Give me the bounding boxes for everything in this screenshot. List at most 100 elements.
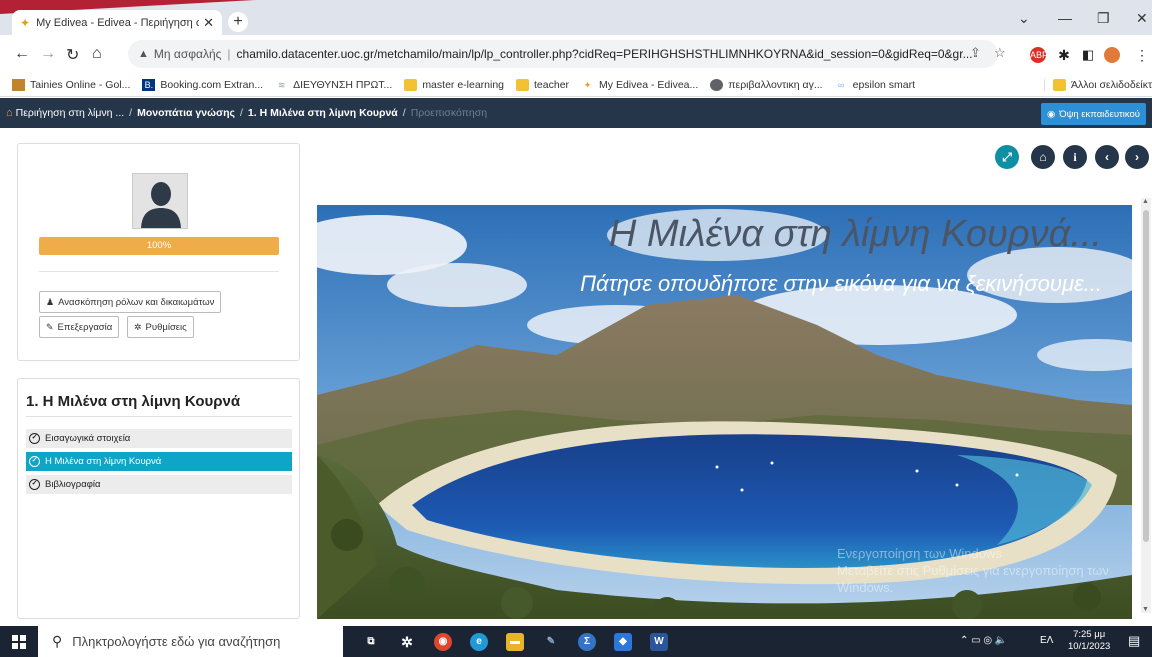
browser-tab-active[interactable]: ✦ My Edivea - Edivea - Περιήγηση σ ✕: [12, 10, 222, 35]
scrollbar-thumb[interactable]: [1143, 210, 1149, 542]
scroll-down-icon[interactable]: ▼: [1142, 606, 1149, 613]
url-field[interactable]: ▲ Μη ασφαλής | chamilo.datacenter.uoc.gr…: [128, 40, 998, 68]
breadcrumb-course[interactable]: Περιήγηση στη λίμνη ...: [16, 107, 125, 119]
bookmark-star-icon[interactable]: ☆: [994, 45, 1006, 61]
edge-icon[interactable]: e: [470, 633, 488, 651]
breadcrumb-lesson[interactable]: 1. Η Μιλένα στη λίμνη Κουρνά: [248, 107, 398, 119]
scroll-up-icon[interactable]: ▲: [1142, 198, 1149, 205]
toc-title: 1. Η Μιλένα στη λίμνη Κουρνά: [26, 393, 241, 410]
extensions-puzzle-icon[interactable]: ✱: [1056, 47, 1072, 63]
taskbar-search-input[interactable]: ⚲ Πληκτρολογήστε εδώ για αναζήτηση: [38, 626, 343, 657]
home-icon[interactable]: ⌂: [92, 45, 102, 63]
toc-item-intro[interactable]: ✓ Εισαγωγικά στοιχεία: [26, 429, 292, 449]
film-icon: [12, 78, 25, 91]
file-explorer-icon[interactable]: ▬: [506, 633, 524, 651]
bookmark-label: My Edivea - Edivea...: [599, 78, 699, 91]
next-icon[interactable]: ›: [1125, 145, 1149, 169]
settings-button[interactable]: ✲ Ρυθμίσεις: [127, 316, 194, 338]
folder-icon: [404, 78, 418, 91]
booking-icon: B.: [142, 78, 156, 91]
folder-icon: [516, 78, 530, 91]
folder-icon: [1053, 78, 1066, 91]
new-tab-button[interactable]: +: [228, 12, 248, 32]
bookmark-tainies-online[interactable]: Tainies Online - Gol...: [12, 78, 130, 91]
check-circle-icon: ✓: [29, 456, 40, 467]
bookmark-my-edivea[interactable]: ✦ My Edivea - Edivea...: [581, 78, 699, 91]
task-view-icon[interactable]: ⧉: [362, 633, 380, 651]
windows-activation-watermark: Ενεργοποίηση των Windows Μεταβείτε στις …: [837, 545, 1109, 596]
chrome-icon[interactable]: ◉: [434, 633, 452, 651]
watermark-line: Windows.: [837, 580, 894, 595]
word-icon[interactable]: W: [650, 633, 668, 651]
settings-label: Ρυθμίσεις: [145, 321, 187, 333]
info-icon[interactable]: i: [1063, 145, 1087, 169]
bookmark-booking[interactable]: B. Booking.com Extran...: [142, 78, 264, 91]
bookmark-master-elearning[interactable]: master e-learning: [404, 78, 504, 91]
site-icon: ≋: [277, 79, 286, 90]
home-icon[interactable]: ⌂: [6, 107, 13, 119]
fullscreen-icon[interactable]: ⤢: [995, 145, 1019, 169]
window-close-icon[interactable]: ✕: [1136, 10, 1148, 27]
bookmark-label: περιβαλλοντικη αγ...: [728, 78, 823, 91]
previous-icon[interactable]: ‹: [1095, 145, 1119, 169]
address-bar: ← → ↻ ⌂ ▲ Μη ασφαλής | chamilo.datacente…: [0, 35, 1152, 73]
settings-gear-icon[interactable]: ✲: [398, 633, 416, 651]
pencil-icon: ✎: [46, 321, 54, 332]
gear-icon: ✲: [134, 321, 142, 332]
other-bookmarks[interactable]: Άλλοι σελιδοδείκτε: [1044, 78, 1152, 91]
tray-icons[interactable]: ⌃ ▭ ◎ 🔈: [960, 635, 1007, 646]
profile-avatar-icon[interactable]: [1104, 47, 1120, 63]
notifications-icon[interactable]: ▤: [1128, 633, 1140, 649]
sigma-icon[interactable]: Σ: [578, 633, 596, 651]
windows-taskbar: ⚲ Πληκτρολογήστε εδώ για αναζήτηση ⧉ ✲ ◉…: [0, 626, 1152, 657]
stage-subheadline: Πάτησε οπουδήποτε στην εικόνα για να ξεκ…: [580, 271, 1102, 296]
side-panel-icon[interactable]: ◧: [1080, 47, 1096, 63]
toc-item-milena[interactable]: ✓ Η Μιλένα στη λίμνη Κουρνά: [26, 452, 292, 472]
security-label: Μη ασφαλής: [153, 47, 222, 61]
tab-title: My Edivea - Edivea - Περιήγηση σ: [36, 16, 200, 29]
tab-search-chevron-icon[interactable]: ⌄: [1018, 10, 1030, 27]
dropbox-icon[interactable]: ◆: [614, 633, 632, 651]
home-icon[interactable]: ⌂: [1031, 145, 1055, 169]
bookmark-dieythynsi[interactable]: ≋ ΔΙΕΥΘΥΝΣΗ ΠΡΩΤ...: [275, 79, 392, 91]
adblock-extension-icon[interactable]: ABP: [1030, 47, 1048, 63]
edit-label: Επεξεργασία: [57, 321, 113, 333]
lake-image-stage[interactable]: Η Μιλένα στη λίμνη Κουρνά... Πάτησε οπου…: [317, 205, 1132, 619]
url-separator: |: [227, 47, 231, 61]
restore-icon[interactable]: ❐: [1097, 10, 1110, 27]
minimize-icon[interactable]: —: [1058, 10, 1072, 26]
windows-start-icon[interactable]: [12, 635, 26, 649]
toc-item-bibliography[interactable]: ✓ Βιβλιογραφία: [26, 475, 292, 495]
breadcrumb-learning-paths[interactable]: Μονοπάτια γνώσης: [137, 107, 235, 119]
progress-label: 100%: [146, 240, 172, 251]
chrome-menu-icon[interactable]: ⋮: [1134, 47, 1150, 63]
bookmark-perivallontiki[interactable]: περιβαλλοντικη αγ...: [710, 78, 823, 91]
tab-close-icon[interactable]: ✕: [203, 15, 214, 31]
page-scrollbar[interactable]: ▲ ▼: [1141, 198, 1151, 613]
share-icon[interactable]: ⇪: [970, 45, 981, 61]
forward-arrow-icon[interactable]: →: [40, 45, 56, 63]
table-of-contents: 1. Η Μιλένα στη λίμνη Κουρνά ✓ Εισαγωγικ…: [17, 378, 300, 619]
review-roles-label: Ανασκόπηση ρόλων και δικαιωμάτων: [58, 296, 215, 308]
url-text[interactable]: chamilo.datacenter.uoc.gr/metchamilo/mai…: [237, 47, 973, 61]
bookmark-teacher[interactable]: teacher: [516, 78, 570, 91]
language-indicator[interactable]: ΕΛ: [1040, 635, 1053, 646]
review-roles-button[interactable]: ♟ Ανασκόπηση ρόλων και δικαιωμάτων: [39, 291, 222, 313]
watermark-line: Ενεργοποίηση των Windows: [837, 546, 1002, 561]
edit-button[interactable]: ✎ Επεξεργασία: [39, 316, 120, 338]
taskbar-clock[interactable]: 7:25 μμ 10/1/2023: [1068, 629, 1110, 653]
paint-icon[interactable]: ✎: [542, 633, 560, 651]
teacher-view-label: Όψη εκπαιδευτικού: [1059, 108, 1140, 120]
divider: [26, 416, 292, 417]
reload-icon[interactable]: ↻: [66, 45, 79, 65]
bookmark-epsilon-smart[interactable]: ∞ epsilon smart: [835, 79, 915, 91]
check-circle-icon: ✓: [29, 433, 40, 444]
teacher-view-button[interactable]: ◉ Όψη εκπαιδευτικού: [1040, 103, 1146, 125]
back-arrow-icon[interactable]: ←: [14, 45, 30, 63]
bookmark-label: ΔΙΕΥΘΥΝΣΗ ΠΡΩΤ...: [293, 78, 393, 91]
globe-icon: [710, 78, 724, 91]
bookmark-label: teacher: [534, 78, 570, 91]
bookmark-label: Booking.com Extran...: [160, 78, 264, 91]
warning-triangle-icon[interactable]: ▲: [138, 48, 149, 60]
edivea-favicon-icon: ✦: [20, 15, 31, 30]
